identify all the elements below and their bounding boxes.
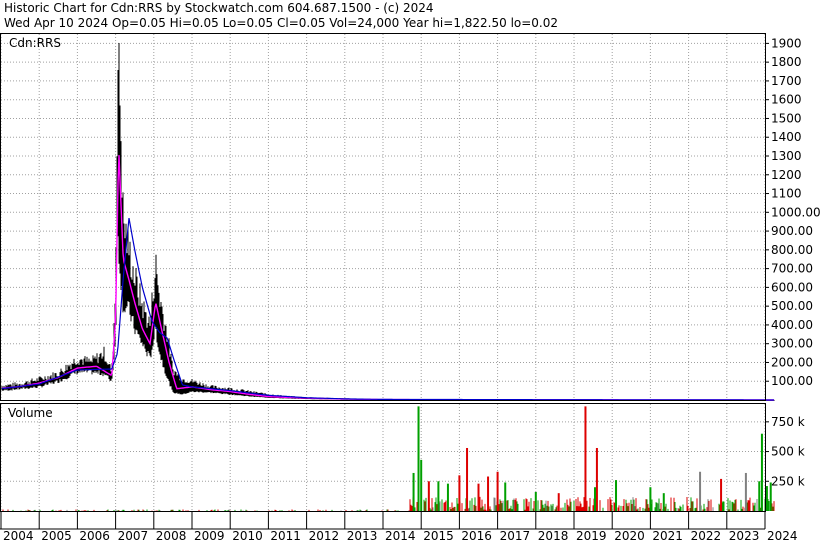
volume-spike-bar xyxy=(496,471,499,511)
chart-window: Historic Chart for Cdn:RRS by Stockwatch… xyxy=(0,0,830,543)
volume-panel-title: Volume xyxy=(8,406,53,420)
price-volume-chart: 2004 2005 2006 2007 2008 2009 2010 2011 2012 2013… xyxy=(0,33,821,543)
x-tick-label: 2004 xyxy=(3,529,34,543)
x-tick-label: 2024 xyxy=(767,529,798,543)
moving-average-long-line xyxy=(1,217,774,401)
price-tick-label: 1000.00 xyxy=(771,205,821,219)
volume-spike-bar xyxy=(504,482,507,511)
x-tick-label: 2023 xyxy=(729,529,760,543)
volume-spike-bar xyxy=(649,487,652,511)
price-tick-label: 1700 xyxy=(771,74,802,88)
volume-spike-bar xyxy=(458,475,461,511)
volume-spike-bar xyxy=(534,491,537,511)
volume-spike-bar xyxy=(466,447,469,511)
price-tick-label: 1600 xyxy=(771,93,802,107)
price-tick-label: 700.00 xyxy=(771,262,813,276)
volume-spike-bar xyxy=(662,493,665,511)
volume-spike-bar xyxy=(584,406,587,511)
x-tick-label: 2014 xyxy=(385,529,416,543)
price-tick-label: 1200 xyxy=(771,168,802,182)
volume-spike-bar xyxy=(477,483,480,511)
moving-average-short-line xyxy=(1,155,774,401)
x-tick-label: 2015 xyxy=(423,529,454,543)
volume-spike-bar xyxy=(758,481,761,511)
volume-spike-bar xyxy=(594,487,597,511)
price-tick-label: 200.00 xyxy=(771,355,813,369)
x-tick-label: 2007 xyxy=(118,529,149,543)
x-tick-label: 2016 xyxy=(461,529,492,543)
price-tick-label: 1900 xyxy=(771,36,802,50)
price-tick-label: 1300 xyxy=(771,149,802,163)
x-tick-label: 2008 xyxy=(156,529,187,543)
volume-spike-bar xyxy=(760,433,763,511)
volume-spike-bar xyxy=(744,472,747,511)
x-tick-label: 2006 xyxy=(79,529,110,543)
x-tick-label: 2021 xyxy=(652,529,683,543)
price-tick-label: 1400 xyxy=(771,130,802,144)
volume-spike-bar xyxy=(720,478,723,511)
price-legend: Cdn:RRS xyxy=(9,36,61,50)
volume-tick-label: 750 k xyxy=(771,415,805,429)
x-tick-label: 2013 xyxy=(347,529,378,543)
volume-spike-bar xyxy=(427,481,430,511)
x-tick-label: 2011 xyxy=(270,529,301,543)
volume-spike-bar xyxy=(487,476,490,511)
price-tick-label: 1100 xyxy=(771,187,802,201)
volume-tick-label: 250 k xyxy=(771,474,805,488)
volume-spike-bar xyxy=(595,447,598,511)
volume-spike-bar xyxy=(412,472,415,511)
x-tick-label: 2005 xyxy=(41,529,72,543)
price-tick-label: 600.00 xyxy=(771,280,813,294)
price-tick-label: 900.00 xyxy=(771,224,813,238)
volume-tick-label: 500 k xyxy=(771,445,805,459)
volume-spike-bar xyxy=(615,480,618,511)
price-tick-label: 500.00 xyxy=(771,299,813,313)
volume-spike-bar xyxy=(446,483,449,511)
x-tick-label: 2009 xyxy=(194,529,225,543)
volume-spike-bar xyxy=(557,493,560,511)
price-tick-label: 800.00 xyxy=(771,243,813,257)
x-tick-label: 2019 xyxy=(576,529,607,543)
volume-spike-bar xyxy=(417,406,420,511)
x-tick-label: 2018 xyxy=(538,529,569,543)
x-tick-label: 2022 xyxy=(691,529,722,543)
volume-spike-bar xyxy=(420,459,423,511)
price-tick-label: 100.00 xyxy=(771,374,813,388)
volume-spike-bar xyxy=(765,486,768,511)
x-tick-label: 2012 xyxy=(309,529,340,543)
price-tick-label: 1500 xyxy=(771,111,802,125)
price-tick-label: 1800 xyxy=(771,55,802,69)
volume-spike-bar xyxy=(437,481,440,511)
price-tick-label: 300.00 xyxy=(771,337,813,351)
x-tick-label: 2017 xyxy=(500,529,531,543)
x-tick-label: 2020 xyxy=(614,529,645,543)
x-tick-label: 2010 xyxy=(232,529,263,543)
volume-spike-bar xyxy=(699,471,702,511)
price-tick-label: 400.00 xyxy=(771,318,813,332)
